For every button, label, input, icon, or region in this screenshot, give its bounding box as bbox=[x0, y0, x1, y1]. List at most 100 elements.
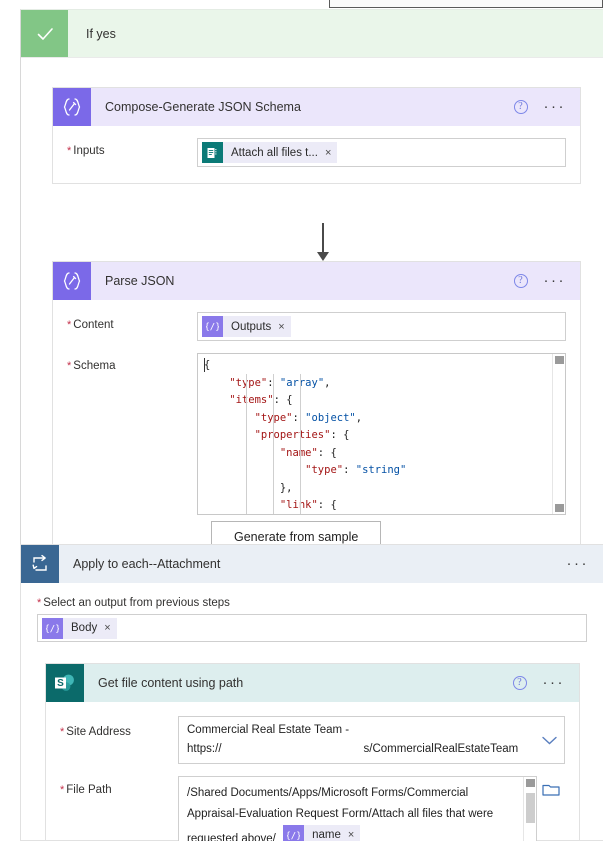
schema-code-text: { "type": "array", "items": { "type": "o… bbox=[198, 354, 565, 516]
folder-picker-icon[interactable] bbox=[537, 776, 565, 797]
help-icon[interactable]: ? bbox=[512, 676, 527, 690]
token-body[interactable]: {/} Body × bbox=[42, 617, 117, 639]
compose-action-card: Compose-Generate JSON Schema ? ··· * Inpu… bbox=[52, 87, 581, 184]
chevron-down-icon[interactable] bbox=[536, 733, 562, 748]
apply-to-each-title: Apply to each--Attachment bbox=[73, 557, 221, 571]
select-output-label: * Select an output from previous steps bbox=[37, 597, 230, 609]
parse-content-label: * Content bbox=[67, 319, 114, 331]
schema-code-line: "items": { bbox=[229, 394, 293, 406]
microsoft-forms-icon bbox=[202, 142, 223, 163]
site-address-label: * Site Address bbox=[60, 726, 131, 738]
parse-json-card-title: Parse JSON bbox=[105, 274, 175, 288]
token-label: Body bbox=[71, 622, 98, 634]
token-label: Attach all files t... bbox=[231, 146, 318, 159]
get-file-content-header[interactable]: S Get file content using path ? ··· bbox=[46, 664, 579, 702]
compose-card-body: * Inputs Attach all files t... × bbox=[53, 126, 580, 183]
file-path-scrollbar[interactable] bbox=[523, 777, 536, 841]
flow-designer-canvas: If yes Compose-Generate JSON Schema ? ··… bbox=[0, 0, 603, 841]
if-yes-header: If yes bbox=[21, 10, 603, 57]
select-output-input[interactable]: {/} Body × bbox=[37, 614, 587, 642]
indent-guide bbox=[246, 374, 247, 514]
parse-schema-label: * Schema bbox=[67, 360, 116, 372]
scroll-up-icon[interactable] bbox=[526, 779, 535, 787]
site-address-value: Commercial Real Estate Team - https://s/… bbox=[187, 721, 536, 759]
site-address-line1: Commercial Real Estate Team - bbox=[187, 724, 350, 736]
apply-to-each-header[interactable]: Apply to each--Attachment ··· bbox=[21, 545, 603, 583]
more-options-icon[interactable]: ··· bbox=[544, 273, 567, 288]
token-remove-icon[interactable]: × bbox=[348, 825, 354, 841]
apply-to-each-body: *Select an output from previous steps {/… bbox=[21, 583, 603, 642]
compose-header-actions: ? ··· bbox=[513, 99, 567, 114]
schema-scrollbar[interactable] bbox=[552, 354, 565, 514]
required-asterisk: * bbox=[67, 360, 72, 372]
indent-guide bbox=[273, 374, 274, 514]
site-address-combobox[interactable]: Commercial Real Estate Team - https://s/… bbox=[178, 716, 565, 764]
sharepoint-icon: S bbox=[46, 664, 84, 702]
redacted-segment bbox=[222, 743, 364, 755]
parse-schema-field: *Schema { "type": "array", "items": { "t… bbox=[67, 353, 566, 515]
indent-guide bbox=[300, 374, 301, 514]
top-partial-strip bbox=[0, 0, 603, 9]
schema-code-editor[interactable]: { "type": "array", "items": { "type": "o… bbox=[197, 353, 566, 515]
site-address-field: * Site Address Commercial Real Estate Tea… bbox=[60, 716, 565, 764]
apply-to-each-header-actions: ··· bbox=[567, 556, 590, 571]
schema-code-line: "name": { bbox=[279, 446, 337, 459]
get-file-content-card: S Get file content using path ? ··· * Sit… bbox=[45, 663, 580, 841]
parse-content-input[interactable]: {/} Outputs × bbox=[197, 312, 566, 341]
file-path-field: * File Path /Shared Documents/Apps/Micros… bbox=[60, 776, 565, 841]
schema-code-line: "type": "array", bbox=[229, 376, 331, 389]
text-caret bbox=[204, 358, 205, 372]
schema-code-line: "type": "string" bbox=[204, 515, 565, 516]
parse-json-card-body: *Content {/} Outputs × bbox=[53, 300, 580, 567]
token-name[interactable]: {/} name × bbox=[283, 825, 361, 841]
parse-json-action-card: Parse JSON ? ··· * Content / Outputs × *… bbox=[52, 261, 581, 568]
parse-json-card-header[interactable]: Parse JSON ? ··· bbox=[53, 262, 580, 300]
scroll-up-icon[interactable] bbox=[555, 356, 564, 364]
compose-inputs-label: * Inputs bbox=[67, 145, 105, 157]
check-icon bbox=[21, 10, 68, 57]
if-yes-label: If yes bbox=[86, 26, 116, 41]
required-asterisk: * bbox=[67, 145, 72, 157]
token-remove-icon[interactable]: × bbox=[325, 147, 331, 159]
expression-icon: {/} bbox=[283, 825, 305, 841]
more-options-icon[interactable]: ··· bbox=[544, 99, 567, 114]
required-asterisk: * bbox=[67, 319, 72, 331]
compose-inputs-input[interactable]: Attach all files t... × bbox=[197, 138, 566, 167]
partial-input-above[interactable] bbox=[329, 0, 603, 8]
token-remove-icon[interactable]: × bbox=[278, 321, 284, 333]
parse-content-field: *Content {/} Outputs × bbox=[67, 312, 566, 341]
token-remove-icon[interactable]: × bbox=[104, 622, 110, 634]
svg-text:{/}: {/} bbox=[287, 832, 300, 841]
scrollbar-thumb[interactable] bbox=[526, 793, 535, 823]
connector-arrow-1 bbox=[317, 223, 329, 261]
help-icon[interactable]: ? bbox=[513, 274, 528, 288]
file-path-label: * File Path bbox=[60, 784, 112, 796]
file-path-input[interactable]: /Shared Documents/Apps/Microsoft Forms/C… bbox=[178, 776, 537, 841]
more-options-icon[interactable]: ··· bbox=[543, 675, 566, 690]
svg-text:{/}: {/} bbox=[206, 323, 219, 333]
required-asterisk: * bbox=[60, 726, 65, 738]
get-file-content-title: Get file content using path bbox=[98, 676, 244, 690]
expression-icon: {/} bbox=[202, 316, 223, 337]
schema-code-line: "type": "object", bbox=[255, 411, 363, 424]
token-outputs[interactable]: {/} Outputs × bbox=[202, 316, 291, 337]
get-file-content-header-actions: ? ··· bbox=[512, 675, 566, 690]
help-icon[interactable]: ? bbox=[513, 100, 528, 114]
compose-inputs-field: * Inputs Attach all files t... × bbox=[67, 138, 566, 167]
more-options-icon[interactable]: ··· bbox=[567, 556, 590, 571]
schema-code-line: "type": "string" bbox=[305, 464, 407, 476]
compose-braces-icon bbox=[53, 262, 91, 300]
scroll-down-icon[interactable] bbox=[555, 504, 564, 512]
required-asterisk: * bbox=[37, 597, 42, 609]
site-address-line2: https://s/CommercialRealEstateTeam bbox=[187, 743, 519, 755]
token-label: Outputs bbox=[231, 320, 272, 333]
token-attach-all-files[interactable]: Attach all files t... × bbox=[202, 142, 338, 163]
compose-card-header[interactable]: Compose-Generate JSON Schema ? ··· bbox=[53, 88, 580, 126]
schema-code-line: }, bbox=[279, 481, 293, 494]
get-file-content-body: * Site Address Commercial Real Estate Tea… bbox=[46, 702, 579, 841]
compose-braces-icon bbox=[53, 88, 91, 126]
required-asterisk: * bbox=[60, 784, 65, 796]
svg-text:{/}: {/} bbox=[46, 624, 59, 634]
schema-code-line: "link": { bbox=[279, 499, 337, 511]
compose-card-title: Compose-Generate JSON Schema bbox=[105, 100, 301, 114]
